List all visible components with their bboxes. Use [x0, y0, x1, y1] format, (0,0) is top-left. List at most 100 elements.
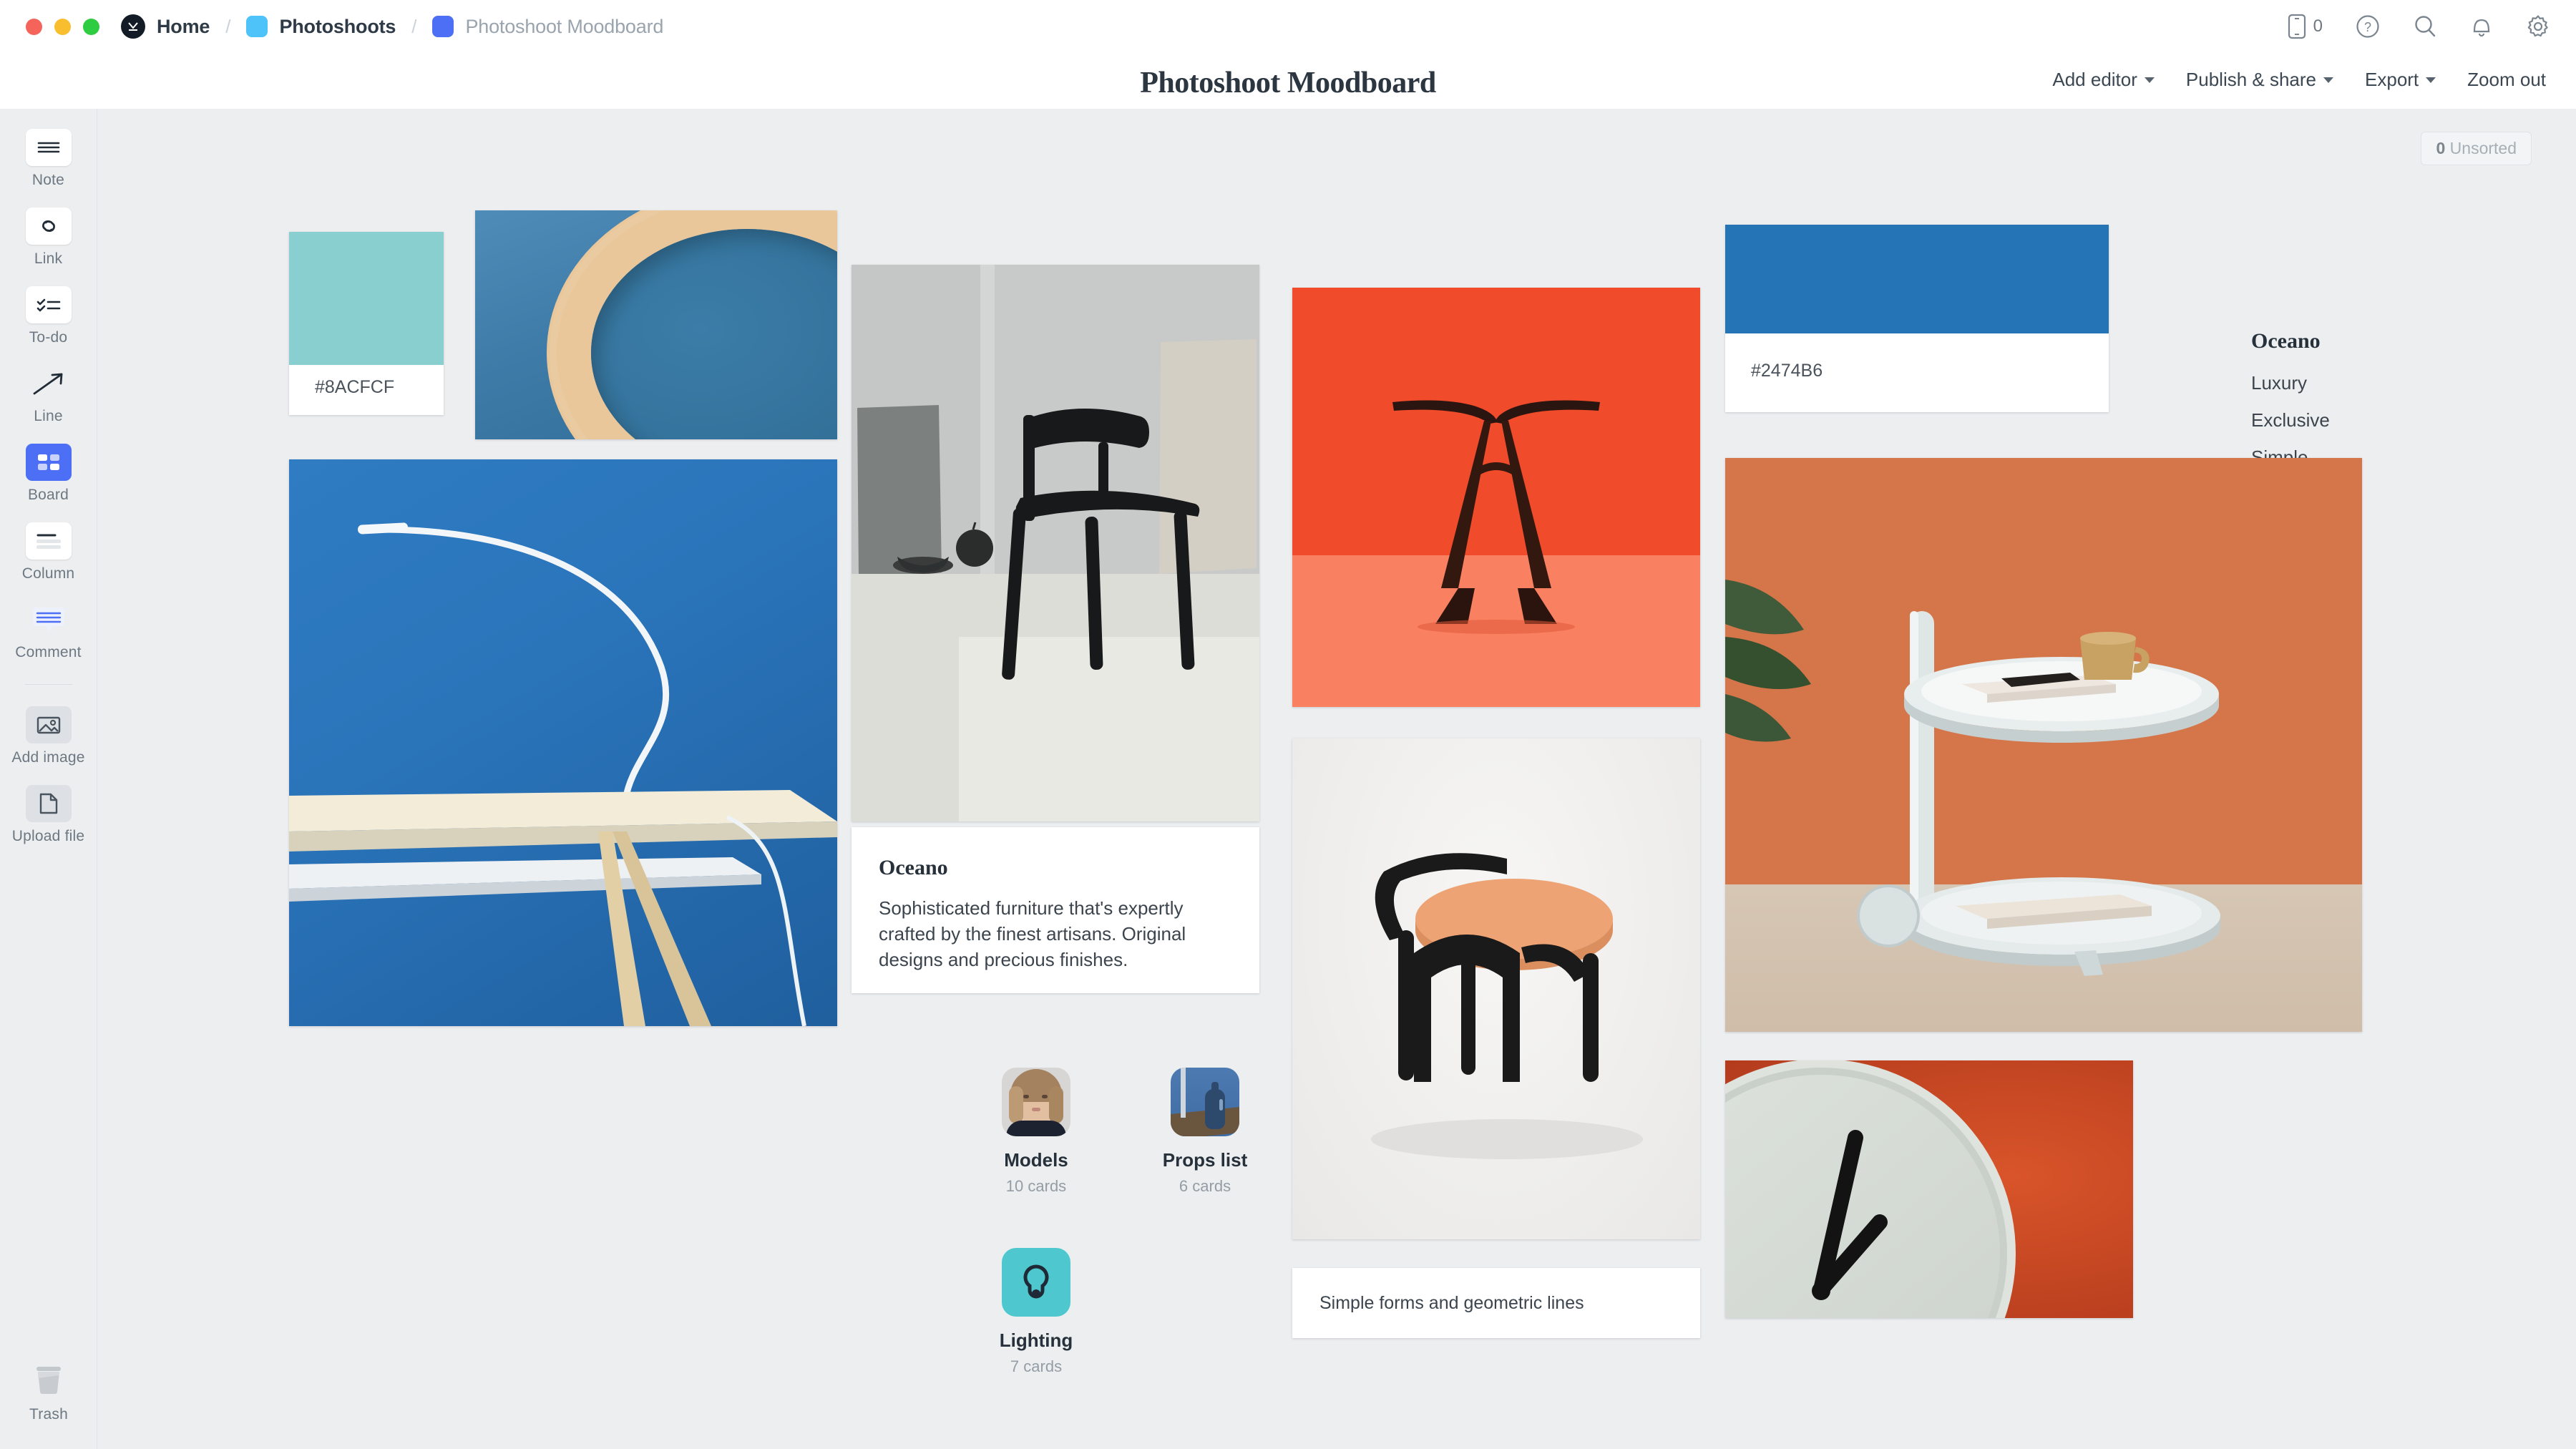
sidebar-label-board: Board: [27, 487, 69, 503]
chevron-down-icon: [2144, 77, 2155, 83]
publish-share-button[interactable]: Publish & share: [2185, 69, 2334, 91]
subboard-props-list[interactable]: Props list 6 cards: [1141, 1068, 1269, 1196]
help-icon: ?: [2356, 14, 2380, 39]
wooden-arch-photo[interactable]: [475, 210, 837, 439]
zoom-out-button[interactable]: Zoom out: [2467, 69, 2546, 91]
sidebar-item-comment[interactable]: Comment: [0, 601, 97, 661]
lightbulb-icon-thumb: [1002, 1248, 1070, 1317]
sidebar-item-column[interactable]: Column: [0, 522, 97, 582]
subboard-count-models: 10 cards: [1005, 1177, 1067, 1195]
gear-icon: [2526, 14, 2550, 39]
blue-bottle-thumb: [1171, 1068, 1239, 1136]
sidebar-item-link[interactable]: Link: [0, 208, 97, 268]
unsorted-label: Unsorted: [2449, 139, 2517, 157]
add-editor-label: Add editor: [2052, 69, 2137, 90]
top-bar: Home / Photoshoots / Photoshoot Moodboar…: [0, 0, 2576, 53]
board-canvas[interactable]: 0 Unsorted #8ACFCF Oceano Sophisticated …: [97, 109, 2576, 1449]
blue-desk-lamp-photo[interactable]: [289, 459, 837, 1026]
sidebar-item-todo[interactable]: To-do: [0, 286, 97, 346]
left-toolbar: Note Link To-do Line Board Column Commen…: [0, 109, 97, 1449]
notifications-button[interactable]: [2470, 14, 2493, 39]
caption-card-simple-forms[interactable]: Simple forms and geometric lines: [1292, 1268, 1700, 1338]
subboard-models[interactable]: Models 10 cards: [972, 1068, 1101, 1196]
unsorted-badge[interactable]: 0 Unsorted: [2421, 132, 2532, 165]
minimize-window-button[interactable]: [54, 18, 71, 35]
board-icon: [25, 444, 72, 481]
chevron-down-icon: [2426, 77, 2436, 83]
blue-square-icon: [432, 16, 454, 37]
subboard-name-props: Props list: [1162, 1149, 1248, 1171]
subboard-lighting[interactable]: Lighting 7 cards: [972, 1248, 1101, 1376]
add-editor-button[interactable]: Add editor: [2052, 69, 2155, 91]
clock-photo[interactable]: [1725, 1060, 2133, 1318]
teal-swatch-fill: [289, 232, 444, 365]
unsorted-count: 0: [2436, 139, 2446, 157]
sidebar-label-comment: Comment: [15, 644, 82, 660]
breadcrumb-item-photoshoots[interactable]: Photoshoots: [246, 16, 396, 38]
chevron-down-icon: [2323, 77, 2334, 83]
note-card-body: Sophisticated furniture that's expertly …: [879, 897, 1186, 970]
export-button[interactable]: Export: [2365, 69, 2436, 91]
orange-side-table-photo[interactable]: [1725, 458, 2362, 1032]
red-stool-photo[interactable]: [1292, 288, 1700, 707]
settings-button[interactable]: [2526, 14, 2550, 39]
search-icon: [2413, 14, 2437, 39]
zoom-out-label: Zoom out: [2467, 69, 2546, 90]
breadcrumb-item-moodboard[interactable]: Photoshoot Moodboard: [432, 16, 663, 38]
sidebar-label-upload-file: Upload file: [11, 828, 85, 844]
note-card-title: Oceano: [879, 856, 948, 879]
black-chair-interior-photo[interactable]: [852, 265, 1259, 821]
header-actions: Add editor Publish & share Export Zoom o…: [2052, 69, 2546, 91]
breadcrumb-label-moodboard: Photoshoot Moodboard: [465, 15, 664, 37]
sidebar-item-line[interactable]: Line: [0, 365, 97, 425]
subboard-name-models: Models: [1004, 1149, 1068, 1171]
line-arrow-icon: [26, 365, 72, 402]
sidebar-item-upload-file[interactable]: Upload file: [0, 785, 97, 845]
breadcrumb-label-home: Home: [157, 15, 210, 37]
breadcrumb-separator-2: /: [411, 15, 417, 37]
sidebar-label-link: Link: [34, 250, 63, 267]
mobile-count: 0: [2313, 16, 2323, 36]
subboard-name-lighting: Lighting: [999, 1330, 1073, 1351]
model-portrait-thumb: [1002, 1068, 1070, 1136]
sidebar-label-todo: To-do: [29, 329, 68, 346]
color-swatch-card-blue[interactable]: #2474B6: [1725, 225, 2109, 412]
help-button[interactable]: ?: [2356, 14, 2380, 39]
close-window-button[interactable]: [26, 18, 42, 35]
keywords-title: Oceano: [2251, 329, 2321, 353]
breadcrumb: Home / Photoshoots / Photoshoot Moodboar…: [121, 14, 663, 39]
sidebar-label-add-image: Add image: [11, 749, 85, 766]
cyan-square-icon: [246, 16, 268, 37]
sidebar-item-note[interactable]: Note: [0, 129, 97, 189]
breadcrumb-separator-1: /: [225, 15, 231, 37]
export-label: Export: [2365, 69, 2419, 90]
keyword-item-exclusive: Exclusive: [2251, 409, 2330, 431]
breadcrumb-label-photoshoots: Photoshoots: [279, 15, 396, 37]
caption-text: Simple forms and geometric lines: [1319, 1292, 1584, 1313]
sidebar-item-board[interactable]: Board: [0, 444, 97, 504]
sidebar-item-add-image[interactable]: Add image: [0, 706, 97, 766]
sidebar-label-note: Note: [31, 172, 65, 188]
color-swatch-card-teal[interactable]: #8ACFCF: [289, 232, 444, 415]
search-button[interactable]: [2413, 14, 2437, 39]
column-icon: [25, 522, 72, 560]
orange-seat-chair-photo[interactable]: [1292, 738, 1700, 1239]
subboard-count-lighting: 7 cards: [1010, 1357, 1063, 1375]
blue-swatch-label: #2474B6: [1751, 361, 1823, 381]
sidebar-label-column: Column: [21, 565, 75, 582]
mobile-icon: [2288, 14, 2306, 39]
publish-share-label: Publish & share: [2185, 69, 2317, 90]
header-bar: Photoshoot Moodboard Add editor Publish …: [0, 53, 2576, 109]
top-bar-actions: 0 ?: [2288, 14, 2550, 39]
trash-icon: [29, 1361, 68, 1400]
sidebar-item-trash[interactable]: Trash: [0, 1361, 97, 1423]
maximize-window-button[interactable]: [83, 18, 99, 35]
mobile-preview-button[interactable]: 0: [2288, 14, 2323, 39]
lightbulb-icon: [1023, 1264, 1049, 1299]
toolbar-divider: [24, 684, 72, 685]
subboard-count-props: 6 cards: [1179, 1177, 1231, 1195]
keyword-item-luxury: Luxury: [2251, 372, 2308, 394]
note-card-oceano[interactable]: Oceano Sophisticated furniture that's ex…: [852, 827, 1259, 993]
sidebar-label-trash: Trash: [29, 1406, 68, 1423]
breadcrumb-item-home[interactable]: Home: [121, 14, 210, 39]
